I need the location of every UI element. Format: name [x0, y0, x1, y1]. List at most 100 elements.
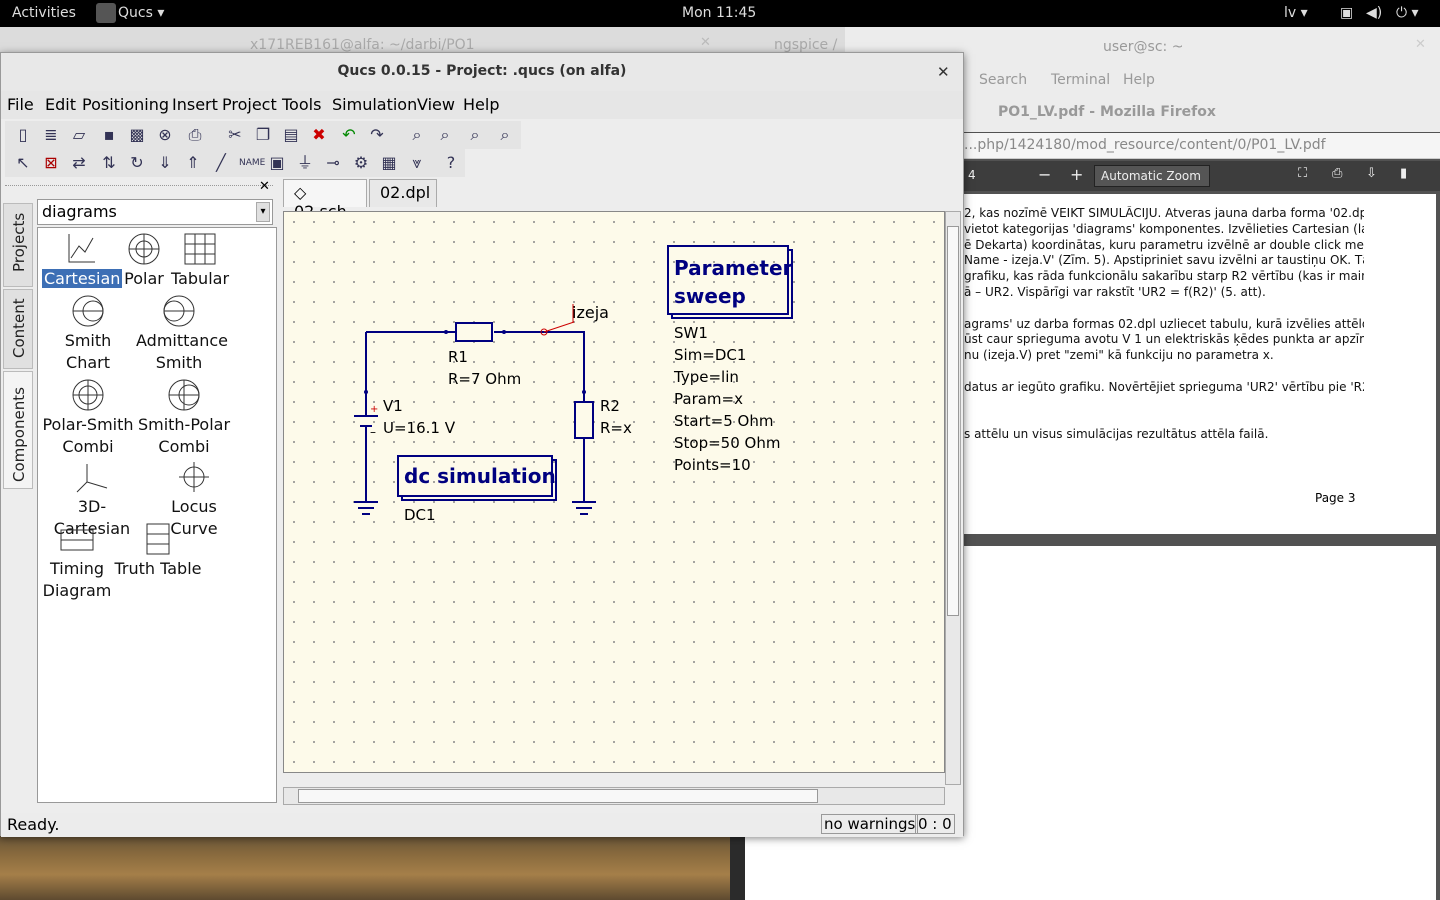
close-icon[interactable]: ✕	[937, 63, 950, 81]
select-icon[interactable]: ↖	[13, 153, 33, 173]
dock-handle[interactable]	[5, 185, 273, 193]
vertical-scrollbar[interactable]	[945, 211, 961, 785]
zoom-out-icon[interactable]: ⌕	[495, 125, 515, 145]
wire-label-icon[interactable]: NAME	[239, 153, 265, 173]
sweep-properties[interactable]: SW1 Sim=DC1 Type=lin Param=x Start=5 Ohm Stop…	[674, 322, 780, 476]
delete-icon[interactable]: ✖	[309, 125, 329, 145]
fullscreen-icon[interactable]: ⛶	[1298, 166, 1307, 181]
go-down-icon[interactable]: ⇓	[155, 153, 175, 173]
component-truth-table[interactable]: Truth Table	[114, 522, 202, 580]
component-smith-chart[interactable]: Smith Chart	[42, 294, 134, 374]
r1-value[interactable]: R=7 Ohm	[448, 370, 521, 388]
tab-02-sch[interactable]: ◇ 02.sch	[283, 179, 367, 221]
download-icon[interactable]: ⇩	[1366, 166, 1377, 181]
cut-icon[interactable]: ✂	[225, 125, 245, 145]
menu-positioning[interactable]: Positioning	[82, 95, 169, 114]
copy-icon[interactable]: ❐	[253, 125, 273, 145]
app-menu[interactable]: Qucs ▾	[118, 5, 164, 21]
component-admittance-smith[interactable]: Admittance Smith	[136, 294, 228, 374]
firefox-url-bar[interactable]: ...php/1424180/mod_resource/content/0/P0…	[964, 133, 1440, 159]
menu-tools[interactable]: Tools	[282, 95, 321, 114]
menu-terminal[interactable]: Terminal	[1051, 72, 1110, 88]
tab-content[interactable]: Content	[3, 289, 33, 369]
r2-value[interactable]: R=x	[600, 419, 632, 437]
zoom-icon[interactable]: ⌕	[435, 125, 455, 145]
equation-icon[interactable]: ▣	[267, 153, 287, 173]
mirror-y-icon[interactable]: ⇅	[99, 153, 119, 173]
port-icon[interactable]: ⊸	[323, 153, 343, 173]
menu-help[interactable]: Help	[1123, 72, 1155, 88]
close-icon[interactable]: ✕	[1415, 37, 1426, 52]
simulate-icon[interactable]: ⚙	[351, 153, 371, 173]
close-icon[interactable]: ✕	[700, 35, 711, 50]
schematic-canvas[interactable]: + – izeja R1 R=7 Ohm R2 R=x V1 U=16.1 V	[283, 211, 945, 773]
menu-view[interactable]: View	[417, 95, 455, 114]
paste-icon[interactable]: ▤	[281, 125, 301, 145]
deactivate-icon[interactable]: ⊠	[41, 153, 61, 173]
tab-02-dpl[interactable]: 02.dpl	[369, 179, 437, 207]
open-icon[interactable]: ▱	[69, 125, 89, 145]
dock-close-icon[interactable]: ✕	[259, 179, 270, 194]
warnings-indicator[interactable]: no warnings	[821, 814, 919, 834]
zoom-select[interactable]: Automatic Zoom	[1094, 165, 1210, 187]
view-data-icon[interactable]: ▦	[379, 153, 399, 173]
chevron-down-icon[interactable]: ▾	[256, 202, 270, 222]
horizontal-scrollbar[interactable]	[283, 787, 945, 805]
whats-this-icon[interactable]: ?	[441, 153, 461, 173]
menu-search[interactable]: Search	[979, 72, 1027, 88]
parameter-sweep-title: Parameter sweep	[674, 256, 793, 308]
power-icon[interactable]: ⏻ ▾	[1396, 5, 1419, 21]
print-icon[interactable]: ⎙	[185, 125, 205, 145]
rotate-icon[interactable]: ↻	[127, 153, 147, 173]
page-number-field[interactable]: 4	[968, 168, 976, 182]
schematic-icon: ◇	[294, 183, 307, 202]
node-label[interactable]: izeja	[572, 303, 609, 322]
new-text-icon[interactable]: ≣	[41, 125, 61, 145]
menu-simulation[interactable]: Simulation	[332, 95, 417, 114]
menu-file[interactable]: File	[7, 95, 34, 114]
ground-icon	[572, 501, 596, 515]
zoom-in-button[interactable]: +	[1070, 165, 1083, 184]
tab-projects[interactable]: Projects	[3, 203, 33, 287]
bookmark-icon[interactable]: ▮	[1400, 166, 1407, 181]
ground-icon[interactable]: ⏚	[295, 153, 315, 173]
print-icon[interactable]: ⎙	[1332, 166, 1342, 181]
component-timing-diagram[interactable]: Timing Diagram	[42, 522, 112, 602]
component-polar-smith[interactable]: Polar-Smith Combi	[42, 378, 134, 458]
component-smith-polar[interactable]: Smith-Polar Combi	[136, 378, 232, 458]
menu-project[interactable]: Project	[222, 95, 277, 114]
marker-icon[interactable]: ⩔	[407, 153, 427, 173]
wire-icon[interactable]: ╱	[211, 153, 231, 173]
component-cartesian[interactable]: Cartesian	[42, 232, 123, 290]
volume-icon[interactable]: ◀)	[1366, 5, 1382, 21]
sweep-property: Start=5 Ohm	[674, 412, 774, 430]
network-icon[interactable]: ▣	[1340, 5, 1353, 21]
new-file-icon[interactable]: ▯	[13, 125, 33, 145]
zoom-out-button[interactable]: −	[1038, 165, 1051, 184]
resistor-r1[interactable]	[455, 322, 493, 342]
menu-insert[interactable]: Insert	[172, 95, 218, 114]
go-up-icon[interactable]: ⇑	[183, 153, 203, 173]
menu-edit[interactable]: Edit	[45, 95, 76, 114]
zoom-in-icon[interactable]: ⌕	[465, 125, 485, 145]
clock[interactable]: Mon 11:45	[682, 5, 756, 21]
scroll-thumb[interactable]	[298, 789, 818, 803]
save-all-icon[interactable]: ▩	[127, 125, 147, 145]
activities-button[interactable]: Activities	[12, 5, 76, 21]
undo-icon[interactable]: ↶	[339, 125, 359, 145]
zoom-fit-icon[interactable]: ⌕	[407, 125, 427, 145]
scroll-thumb[interactable]	[947, 226, 959, 616]
menu-help[interactable]: Help	[463, 95, 499, 114]
v1-value[interactable]: U=16.1 V	[383, 419, 455, 437]
close-file-icon[interactable]: ⊗	[155, 125, 175, 145]
category-select[interactable]: diagrams ▾	[37, 199, 273, 225]
mirror-x-icon[interactable]: ⇄	[69, 153, 89, 173]
save-icon[interactable]: ▪	[99, 125, 119, 145]
component-tabular[interactable]: Tabular	[170, 232, 230, 290]
keyboard-layout[interactable]: lv ▾	[1284, 5, 1308, 21]
tab-components[interactable]: Components	[3, 371, 33, 489]
redo-icon[interactable]: ↷	[367, 125, 387, 145]
v1-name: V1	[383, 397, 403, 415]
resistor-r2[interactable]	[574, 401, 594, 439]
component-polar[interactable]: Polar	[120, 232, 168, 290]
